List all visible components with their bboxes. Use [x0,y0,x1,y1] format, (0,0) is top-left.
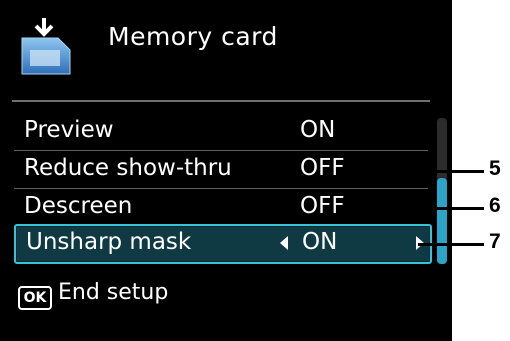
setting-row-descreen[interactable]: Descreen OFF [14,190,428,224]
page-title: Memory card [108,22,278,51]
lcd-screen: Memory card Preview ON Reduce show-thru … [0,0,452,341]
scrollbar-thumb[interactable] [437,178,447,264]
callout-line-6 [418,207,484,210]
end-setup-hint: End setup [58,280,169,305]
setting-row-reduce-show-thru[interactable]: Reduce show-thru OFF [14,152,428,186]
callout-line-7 [418,243,484,246]
setting-row-unsharp-mask[interactable]: Unsharp mask ON [14,224,432,264]
setting-label: Reduce show-thru [24,155,232,181]
setting-label: Preview [24,117,114,143]
setting-value: OFF [300,193,345,219]
header-divider [12,100,430,102]
ok-key-icon: OK [18,286,52,310]
callout-number-7: 7 [489,230,501,253]
setting-value: ON [300,117,336,143]
setting-value: ON [302,229,338,255]
callout-number-5: 5 [489,157,501,180]
left-arrow-icon[interactable] [280,236,288,250]
memory-card-icon [21,18,71,75]
row-divider [14,150,428,151]
callout-line-5 [418,170,484,173]
setting-row-preview[interactable]: Preview ON [14,114,428,148]
setting-value: OFF [300,155,345,181]
row-divider [14,188,428,189]
setting-label: Unsharp mask [26,229,192,255]
callout-number-6: 6 [489,194,501,217]
screen-header: Memory card [0,0,452,88]
setting-label: Descreen [24,193,133,219]
